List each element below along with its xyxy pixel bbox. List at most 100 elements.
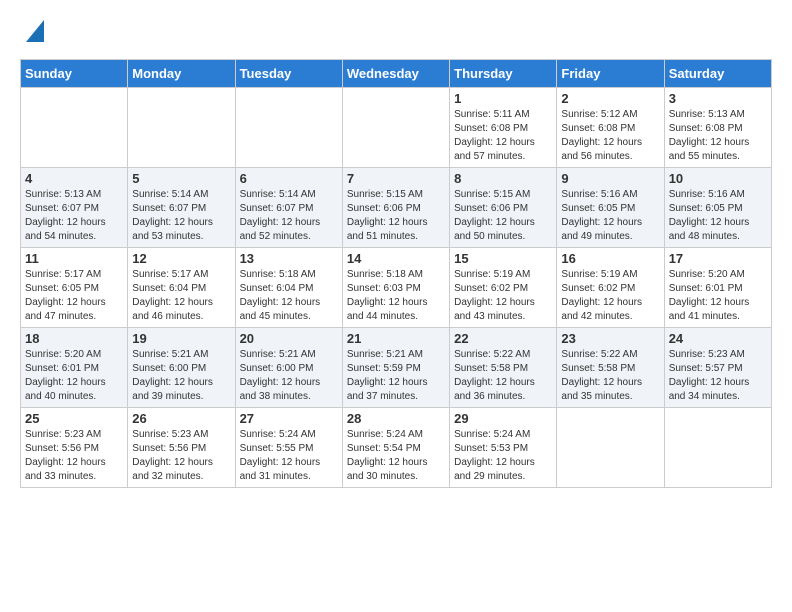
day-info: Sunrise: 5:20 AMSunset: 6:01 PMDaylight:… <box>669 268 767 324</box>
day-info: Sunrise: 5:24 AMSunset: 5:55 PMDaylight:… <box>240 428 338 484</box>
calendar-cell: 13 Sunrise: 5:18 AMSunset: 6:04 PMDayligh… <box>235 248 342 328</box>
calendar-cell: 20 Sunrise: 5:21 AMSunset: 6:00 PMDayligh… <box>235 328 342 408</box>
day-info: Sunrise: 5:11 AMSunset: 6:08 PMDaylight:… <box>454 108 552 164</box>
day-number: 25 <box>25 411 123 426</box>
calendar-cell: 28Sunrise: 5:24 AMSunset: 5:54 PMDayligh… <box>342 408 449 488</box>
day-info: Sunrise: 5:21 AMSunset: 5:59 PMDaylight:… <box>347 348 445 404</box>
calendar-cell: 26Sunrise: 5:23 AMSunset: 5:56 PMDayligh… <box>128 408 235 488</box>
weekday-header-thursday: Thursday <box>450 60 557 88</box>
calendar-week-row: 25 Sunrise: 5:23 AMSunset: 5:56 PMDayligh… <box>21 408 772 488</box>
day-info: Sunrise: 5:17 AMSunset: 6:05 PMDaylight:… <box>25 268 123 324</box>
day-number: 21 <box>347 331 445 346</box>
day-number: 1 <box>454 91 552 106</box>
day-info: Sunrise: 5:19 AMSunset: 6:02 PMDaylight:… <box>561 268 659 324</box>
page-header <box>20 16 772 47</box>
day-info: Sunrise: 5:16 AMSunset: 6:05 PMDaylight:… <box>669 188 767 244</box>
calendar-cell: 17 Sunrise: 5:20 AMSunset: 6:01 PMDayligh… <box>664 248 771 328</box>
day-number: 26 <box>132 411 230 426</box>
day-number: 20 <box>240 331 338 346</box>
day-number: 15 <box>454 251 552 266</box>
day-info: Sunrise: 5:13 AMSunset: 6:08 PMDaylight:… <box>669 108 767 164</box>
day-info: Sunrise: 5:22 AMSunset: 5:58 PMDaylight:… <box>561 348 659 404</box>
day-info: Sunrise: 5:15 AMSunset: 6:06 PMDaylight:… <box>347 188 445 244</box>
calendar-cell: 27 Sunrise: 5:24 AMSunset: 5:55 PMDayligh… <box>235 408 342 488</box>
day-info: Sunrise: 5:23 AMSunset: 5:57 PMDaylight:… <box>669 348 767 404</box>
calendar-cell <box>557 408 664 488</box>
calendar-cell: 14 Sunrise: 5:18 AMSunset: 6:03 PMDayligh… <box>342 248 449 328</box>
calendar-cell: 12 Sunrise: 5:17 AMSunset: 6:04 PMDayligh… <box>128 248 235 328</box>
day-info: Sunrise: 5:21 AMSunset: 6:00 PMDaylight:… <box>132 348 230 404</box>
weekday-header-friday: Friday <box>557 60 664 88</box>
day-info: Sunrise: 5:18 AMSunset: 6:03 PMDaylight:… <box>347 268 445 324</box>
calendar-cell: 10 Sunrise: 5:16 AMSunset: 6:05 PMDayligh… <box>664 168 771 248</box>
day-info: Sunrise: 5:18 AMSunset: 6:04 PMDaylight:… <box>240 268 338 324</box>
day-number: 19 <box>132 331 230 346</box>
day-number: 18 <box>25 331 123 346</box>
calendar-cell <box>664 408 771 488</box>
day-number: 29 <box>454 411 552 426</box>
calendar-week-row: 11 Sunrise: 5:17 AMSunset: 6:05 PMDayligh… <box>21 248 772 328</box>
day-number: 8 <box>454 171 552 186</box>
calendar-cell: 15 Sunrise: 5:19 AMSunset: 6:02 PMDayligh… <box>450 248 557 328</box>
calendar-week-row: 18 Sunrise: 5:20 AMSunset: 6:01 PMDayligh… <box>21 328 772 408</box>
weekday-header-monday: Monday <box>128 60 235 88</box>
day-number: 16 <box>561 251 659 266</box>
calendar-cell: 19 Sunrise: 5:21 AMSunset: 6:00 PMDayligh… <box>128 328 235 408</box>
day-number: 6 <box>240 171 338 186</box>
calendar-cell <box>342 88 449 168</box>
day-number: 9 <box>561 171 659 186</box>
day-info: Sunrise: 5:20 AMSunset: 6:01 PMDaylight:… <box>25 348 123 404</box>
day-info: Sunrise: 5:24 AMSunset: 5:54 PMDaylight:… <box>347 428 445 484</box>
calendar-week-row: 1 Sunrise: 5:11 AMSunset: 6:08 PMDaylight… <box>21 88 772 168</box>
day-info: Sunrise: 5:16 AMSunset: 6:05 PMDaylight:… <box>561 188 659 244</box>
day-info: Sunrise: 5:24 AMSunset: 5:53 PMDaylight:… <box>454 428 552 484</box>
day-number: 12 <box>132 251 230 266</box>
day-info: Sunrise: 5:17 AMSunset: 6:04 PMDaylight:… <box>132 268 230 324</box>
calendar-cell: 24 Sunrise: 5:23 AMSunset: 5:57 PMDayligh… <box>664 328 771 408</box>
day-number: 11 <box>25 251 123 266</box>
calendar-cell <box>128 88 235 168</box>
calendar-cell: 7 Sunrise: 5:15 AMSunset: 6:06 PMDaylight… <box>342 168 449 248</box>
calendar-cell: 21 Sunrise: 5:21 AMSunset: 5:59 PMDayligh… <box>342 328 449 408</box>
day-info: Sunrise: 5:19 AMSunset: 6:02 PMDaylight:… <box>454 268 552 324</box>
calendar-cell: 8 Sunrise: 5:15 AMSunset: 6:06 PMDaylight… <box>450 168 557 248</box>
calendar-cell <box>235 88 342 168</box>
calendar-cell <box>21 88 128 168</box>
calendar-cell: 22Sunrise: 5:22 AMSunset: 5:58 PMDayligh… <box>450 328 557 408</box>
day-number: 3 <box>669 91 767 106</box>
calendar-cell: 5Sunrise: 5:14 AMSunset: 6:07 PMDaylight… <box>128 168 235 248</box>
day-number: 13 <box>240 251 338 266</box>
day-number: 2 <box>561 91 659 106</box>
day-info: Sunrise: 5:13 AMSunset: 6:07 PMDaylight:… <box>25 188 123 244</box>
day-number: 22 <box>454 331 552 346</box>
calendar-cell: 18 Sunrise: 5:20 AMSunset: 6:01 PMDayligh… <box>21 328 128 408</box>
day-number: 23 <box>561 331 659 346</box>
logo <box>20 16 44 47</box>
calendar-cell: 29 Sunrise: 5:24 AMSunset: 5:53 PMDayligh… <box>450 408 557 488</box>
day-number: 17 <box>669 251 767 266</box>
weekday-header-saturday: Saturday <box>664 60 771 88</box>
day-number: 10 <box>669 171 767 186</box>
weekday-header-tuesday: Tuesday <box>235 60 342 88</box>
day-number: 14 <box>347 251 445 266</box>
weekday-header-wednesday: Wednesday <box>342 60 449 88</box>
calendar-week-row: 4 Sunrise: 5:13 AMSunset: 6:07 PMDaylight… <box>21 168 772 248</box>
calendar-cell: 6 Sunrise: 5:14 AMSunset: 6:07 PMDaylight… <box>235 168 342 248</box>
calendar-header-row: SundayMondayTuesdayWednesdayThursdayFrid… <box>21 60 772 88</box>
logo-icon <box>26 20 44 42</box>
day-info: Sunrise: 5:12 AMSunset: 6:08 PMDaylight:… <box>561 108 659 164</box>
day-info: Sunrise: 5:23 AMSunset: 5:56 PMDaylight:… <box>25 428 123 484</box>
calendar-cell: 1 Sunrise: 5:11 AMSunset: 6:08 PMDaylight… <box>450 88 557 168</box>
calendar-cell: 2 Sunrise: 5:12 AMSunset: 6:08 PMDaylight… <box>557 88 664 168</box>
day-number: 27 <box>240 411 338 426</box>
day-info: Sunrise: 5:21 AMSunset: 6:00 PMDaylight:… <box>240 348 338 404</box>
day-number: 24 <box>669 331 767 346</box>
day-number: 7 <box>347 171 445 186</box>
calendar-cell: 3 Sunrise: 5:13 AMSunset: 6:08 PMDaylight… <box>664 88 771 168</box>
day-info: Sunrise: 5:15 AMSunset: 6:06 PMDaylight:… <box>454 188 552 244</box>
calendar-cell: 11 Sunrise: 5:17 AMSunset: 6:05 PMDayligh… <box>21 248 128 328</box>
day-info: Sunrise: 5:14 AMSunset: 6:07 PMDaylight:… <box>240 188 338 244</box>
calendar-cell: 25 Sunrise: 5:23 AMSunset: 5:56 PMDayligh… <box>21 408 128 488</box>
calendar-table: SundayMondayTuesdayWednesdayThursdayFrid… <box>20 59 772 488</box>
day-number: 4 <box>25 171 123 186</box>
